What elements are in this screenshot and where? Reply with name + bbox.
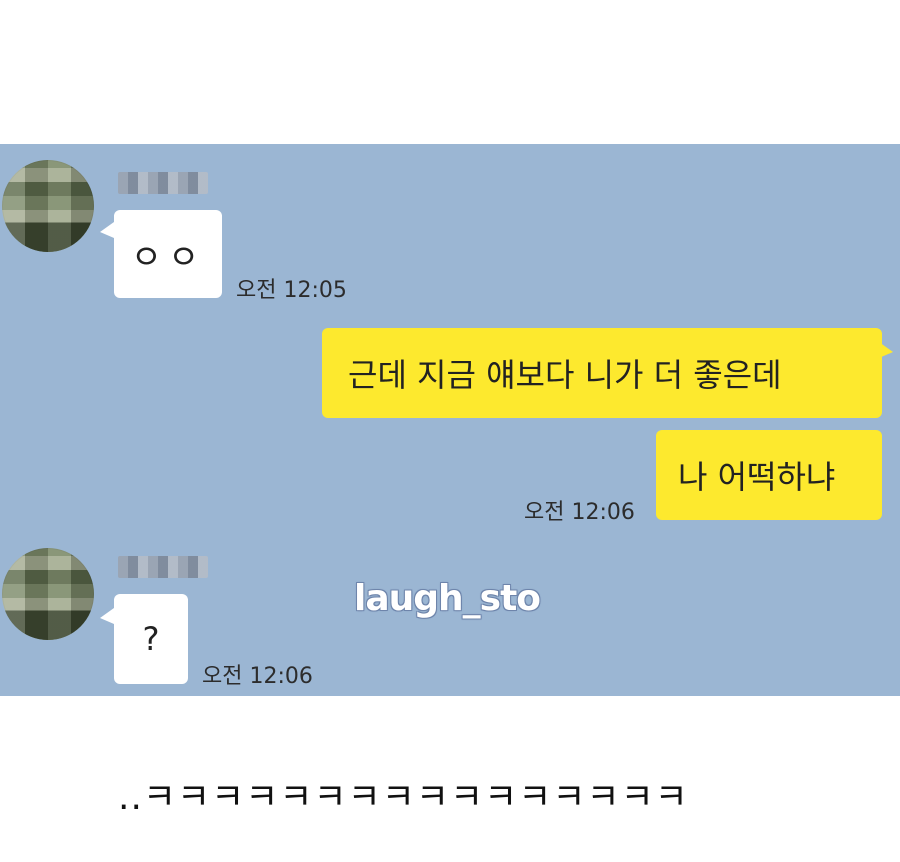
message-time: 오전 12:06 — [524, 500, 635, 525]
bubble-tail — [100, 222, 114, 238]
bubble-tail — [100, 608, 114, 624]
message-time: 오전 12:06 — [202, 664, 313, 689]
message-text: ㅇㅇ — [130, 237, 206, 278]
incoming-message-bubble[interactable]: ? — [114, 594, 188, 684]
message-text: 나 어떡하냐 — [678, 458, 836, 496]
watermark: laugh_sto — [354, 578, 541, 619]
message-time: 오전 12:05 — [236, 278, 347, 303]
outgoing-message-bubble[interactable]: 근데 지금 얘보다 니가 더 좋은데 — [322, 328, 882, 418]
incoming-message-bubble[interactable]: ㅇㅇ — [114, 210, 222, 298]
outgoing-message-bubble[interactable]: 나 어떡하냐 — [656, 430, 882, 520]
avatar[interactable] — [2, 160, 94, 252]
message-text: ? — [142, 620, 160, 658]
blurred-sender-name — [118, 556, 208, 578]
message-text: 근데 지금 얘보다 니가 더 좋은데 — [348, 356, 782, 394]
avatar[interactable] — [2, 548, 94, 640]
blurred-sender-name — [118, 172, 208, 194]
caption: ..ㅋㅋㅋㅋㅋㅋㅋㅋㅋㅋㅋㅋㅋㅋㅋㅋ — [118, 777, 689, 818]
